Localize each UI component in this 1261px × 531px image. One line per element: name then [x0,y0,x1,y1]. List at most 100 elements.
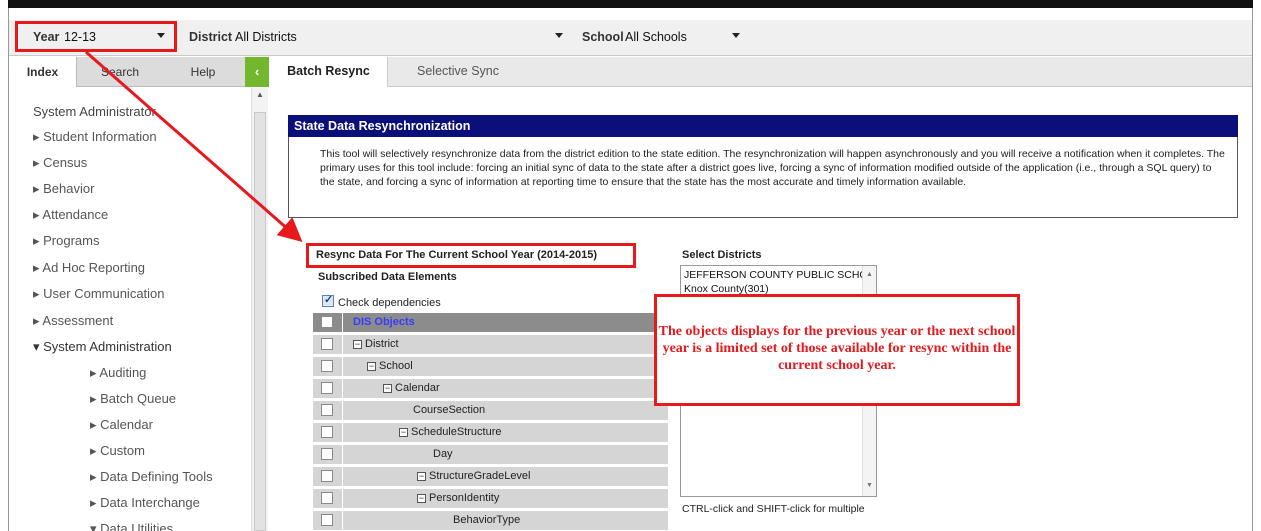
sidebar-item-auditing[interactable]: ▸ Auditing [90,365,146,381]
multi-select-hint: CTRL-click and SHIFT-click for multiple [682,503,865,515]
tree-row-text: District [365,338,399,350]
panel-body: This tool will selectively resynchronize… [288,137,1238,218]
tree-row-checkbox[interactable] [321,470,333,482]
tree-row-text: School [379,360,413,372]
school-dropdown-icon[interactable] [732,33,740,38]
sidebar-index: System Administrator ▸ Student Informati… [9,88,250,531]
panel-title: State Data Resynchronization [288,115,1238,137]
tree-row-label: − ScheduleStructure [399,426,502,438]
tree-divider [342,489,343,509]
panel-description: This tool will selectively resynchronize… [320,148,1225,188]
sidebar-item-ad-hoc-reporting[interactable]: ▸ Ad Hoc Reporting [33,260,145,276]
tree-row-text: DIS Objects [353,316,415,328]
tree-row[interactable]: BehaviorType [313,511,668,531]
collapse-node-icon[interactable]: − [383,384,392,393]
tree-row[interactable]: − StructureGradeLevel [313,467,668,487]
sidebar-tabs: Index Search Help ‹ [9,57,269,87]
tree-divider [342,511,343,531]
tree-row-label: − District [353,338,399,350]
main-tabs: Batch Resync Selective Sync [270,57,1252,87]
tree-divider [342,335,343,355]
tree-divider [342,357,343,377]
tree-row[interactable]: − PersonIdentity [313,489,668,509]
tree-divider [342,467,343,487]
tree-row[interactable]: Day [313,445,668,465]
tree-row-text: Calendar [395,382,440,394]
tree-row-text: BehaviorType [453,514,521,526]
collapse-node-icon[interactable]: − [399,428,408,437]
sidebar-item-student-information[interactable]: ▸ Student Information [33,129,157,145]
sidebar-root[interactable]: System Administrator [33,104,156,119]
sidebar-item-data-interchange[interactable]: ▸ Data Interchange [90,495,200,511]
tree-divider [342,445,343,465]
sidebar-item-assessment[interactable]: ▸ Assessment [33,313,113,329]
districts-title: Select Districts [682,249,762,261]
tree-row[interactable]: − ScheduleStructure [313,423,668,443]
tree-row-label: DIS Objects [353,316,415,328]
tree-row-checkbox[interactable] [321,360,333,372]
sidebar-item-attendance[interactable]: ▸ Attendance [33,207,108,223]
tree-row[interactable]: − District [313,335,668,355]
district-select[interactable]: All Districts [235,30,297,44]
collapse-node-icon[interactable]: − [367,362,376,371]
collapse-sidebar-icon[interactable]: ‹ [245,57,269,87]
sidebar-item-calendar[interactable]: ▸ Calendar [90,417,153,433]
district-option[interactable]: JEFFERSON COUNTY PUBLIC SCHOO [684,269,876,281]
year-highlight-box [15,21,177,52]
district-label: District [189,30,233,44]
tree-row-label: − School [367,360,413,372]
sidebar-item-system-administration[interactable]: ▾ System Administration [33,339,172,355]
sidebar-scrollbar[interactable]: ▲ [251,88,268,531]
sidebar-item-batch-queue[interactable]: ▸ Batch Queue [90,391,176,407]
collapse-node-icon[interactable]: − [353,340,362,349]
sidebar-item-behavior[interactable]: ▸ Behavior [33,181,94,197]
scroll-up-icon[interactable]: ▲ [866,271,873,278]
tree-row-text: CourseSection [413,404,486,416]
tree-row-label: − StructureGradeLevel [417,470,531,482]
tree-row-checkbox[interactable] [321,316,333,328]
tab-index[interactable]: Index [9,57,77,87]
district-dropdown-icon[interactable] [555,33,563,38]
tree-row-checkbox[interactable] [321,492,333,504]
sidebar-item-data-utilities[interactable]: ▾ Data Utilities [90,521,173,531]
tree-divider [342,379,343,399]
tree-row-label: BehaviorType [453,514,520,526]
sidebar-item-programs[interactable]: ▸ Programs [33,233,100,249]
tab-batch-resync[interactable]: Batch Resync [270,57,388,87]
tree-row-text: PersonIdentity [429,492,500,504]
tree-row[interactable]: − School [313,357,668,377]
tree-row-text: ScheduleStructure [411,426,502,438]
check-dependencies-label: Check dependencies [338,297,441,309]
tree-row-label: CourseSection [413,404,485,416]
check-dependencies-checkbox[interactable] [322,293,334,307]
tab-search[interactable]: Search [79,57,161,87]
tree-row-label: − PersonIdentity [417,492,499,504]
tree-row[interactable]: CourseSection [313,401,668,421]
tree-divider [342,401,343,421]
school-label: School [582,30,624,44]
tab-selective-sync[interactable]: Selective Sync [398,57,518,87]
scroll-up-icon[interactable]: ▲ [252,90,268,102]
context-bar: Year 12-13 District All Districts School… [9,20,1252,56]
tree-row-checkbox[interactable] [321,448,333,460]
school-select[interactable]: All Schools [625,30,687,44]
tree-row[interactable]: DIS Objects [313,313,668,333]
tree-row-checkbox[interactable] [321,404,333,416]
collapse-node-icon[interactable]: − [417,472,426,481]
scroll-down-icon[interactable]: ▼ [866,482,873,489]
sidebar-item-data-defining-tools[interactable]: ▸ Data Defining Tools [90,469,213,485]
tab-help[interactable]: Help [161,57,245,87]
tree-row[interactable]: − Calendar [313,379,668,399]
collapse-node-icon[interactable]: − [417,494,426,503]
tree-row-label: − Calendar [383,382,440,394]
subscribed-title: Subscribed Data Elements [318,271,457,283]
scroll-thumb[interactable] [254,112,266,531]
sidebar-item-custom[interactable]: ▸ Custom [90,443,145,459]
sidebar-item-user-communication[interactable]: ▸ User Communication [33,286,165,302]
tree-row-checkbox[interactable] [321,382,333,394]
sidebar-item-census[interactable]: ▸ Census [33,155,87,171]
tree-row-checkbox[interactable] [321,338,333,350]
tree-row-text: Day [433,448,453,460]
tree-row-checkbox[interactable] [321,426,333,438]
tree-row-checkbox[interactable] [321,514,333,526]
